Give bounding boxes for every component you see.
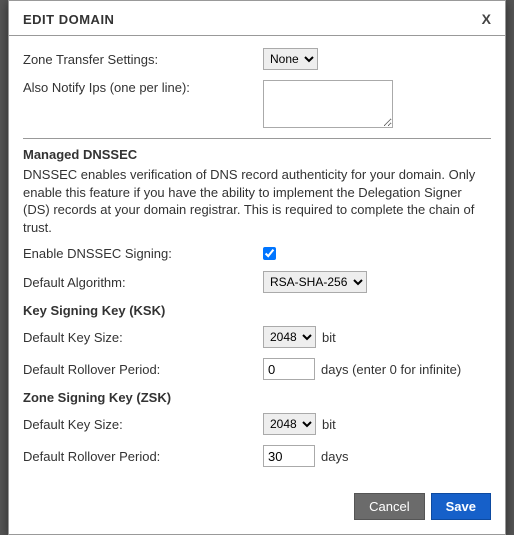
cancel-button[interactable]: Cancel bbox=[354, 493, 424, 520]
zsk-heading: Zone Signing Key (ZSK) bbox=[23, 390, 491, 405]
modal-header: EDIT DOMAIN X bbox=[9, 1, 505, 36]
default-algorithm-select[interactable]: RSA-SHA-256 bbox=[263, 271, 367, 293]
zsk-keysize-row: Default Key Size: 2048 bit bbox=[23, 413, 491, 435]
ksk-rollover-input[interactable] bbox=[263, 358, 315, 380]
zsk-rollover-input[interactable] bbox=[263, 445, 315, 467]
zsk-keysize-label: Default Key Size: bbox=[23, 417, 263, 432]
modal-body: Zone Transfer Settings: None Also Notify… bbox=[9, 36, 505, 483]
ksk-keysize-label: Default Key Size: bbox=[23, 330, 263, 345]
zsk-rollover-row: Default Rollover Period: days bbox=[23, 445, 491, 467]
default-algorithm-label: Default Algorithm: bbox=[23, 275, 263, 290]
default-algorithm-row: Default Algorithm: RSA-SHA-256 bbox=[23, 271, 491, 293]
notify-ips-row: Also Notify Ips (one per line): bbox=[23, 80, 491, 128]
save-button[interactable]: Save bbox=[431, 493, 491, 520]
zone-transfer-row: Zone Transfer Settings: None bbox=[23, 48, 491, 70]
ksk-rollover-label: Default Rollover Period: bbox=[23, 362, 263, 377]
zsk-rollover-suffix: days bbox=[321, 449, 348, 464]
zsk-keysize-suffix: bit bbox=[322, 417, 336, 432]
notify-ips-textarea[interactable] bbox=[263, 80, 393, 128]
ksk-rollover-suffix: days (enter 0 for infinite) bbox=[321, 362, 461, 377]
enable-dnssec-row: Enable DNSSEC Signing: bbox=[23, 246, 491, 261]
dnssec-heading: Managed DNSSEC bbox=[23, 147, 491, 162]
close-icon[interactable]: X bbox=[482, 11, 491, 27]
edit-domain-modal: EDIT DOMAIN X Zone Transfer Settings: No… bbox=[8, 0, 506, 535]
enable-dnssec-checkbox[interactable] bbox=[263, 247, 276, 260]
ksk-rollover-row: Default Rollover Period: days (enter 0 f… bbox=[23, 358, 491, 380]
ksk-keysize-select[interactable]: 2048 bbox=[263, 326, 316, 348]
divider bbox=[23, 138, 491, 139]
dnssec-description: DNSSEC enables verification of DNS recor… bbox=[23, 166, 491, 236]
zone-transfer-label: Zone Transfer Settings: bbox=[23, 52, 263, 67]
modal-title: EDIT DOMAIN bbox=[23, 12, 114, 27]
zone-transfer-select[interactable]: None bbox=[263, 48, 318, 70]
ksk-keysize-suffix: bit bbox=[322, 330, 336, 345]
ksk-heading: Key Signing Key (KSK) bbox=[23, 303, 491, 318]
notify-ips-label: Also Notify Ips (one per line): bbox=[23, 80, 263, 95]
zsk-rollover-label: Default Rollover Period: bbox=[23, 449, 263, 464]
ksk-keysize-row: Default Key Size: 2048 bit bbox=[23, 326, 491, 348]
zsk-keysize-select[interactable]: 2048 bbox=[263, 413, 316, 435]
enable-dnssec-label: Enable DNSSEC Signing: bbox=[23, 246, 263, 261]
